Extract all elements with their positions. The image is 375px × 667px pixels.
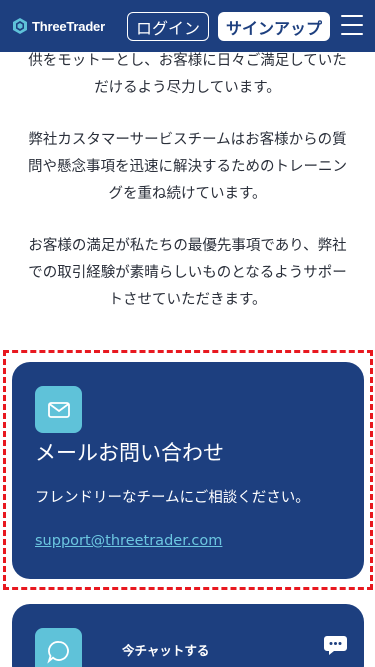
paragraph-line: 弊社カスタマーサービスチームはお客様からの質 [28, 132, 347, 148]
top-navigation-bar: ThreeTrader ログイン サインアップ [0, 0, 375, 52]
paragraph-line: 問や懸念事項を迅速に解決するためのトレーニン [28, 159, 347, 175]
hamburger-menu-icon[interactable] [341, 15, 363, 37]
paragraph-line: グを重ね続けています。 [108, 186, 267, 202]
email-card-title: メールお問い合わせ [35, 441, 224, 465]
paragraph-line: での取引経験が素晴らしいものとなるようサポー [28, 265, 347, 281]
paragraph-line: トさせていただきます。 [108, 292, 267, 308]
logo-text: ThreeTrader [32, 18, 105, 34]
email-contact-card: メールお問い合わせ フレンドリーなチームにご相談ください。 support@th… [12, 362, 364, 579]
paragraph-line: お客様の満足が私たちの最優先事項であり、弊社 [28, 238, 347, 254]
paragraph-line: だけるよう尽力しています。 [94, 80, 281, 96]
paragraph-line: 供をモットーとし、お客様に日々ご満足していた [28, 53, 347, 69]
threetrader-logo[interactable]: ThreeTrader [12, 18, 105, 34]
login-button[interactable]: ログイン [127, 12, 209, 41]
chat-bubble-icon [35, 628, 82, 667]
support-team-paragraph: 弊社カスタマーサービスチームはお客様からの質 問や懸念事項を迅速に解決するための… [0, 127, 375, 208]
intro-paragraph: 供をモットーとし、お客様に日々ご満足していた だけるよう尽力しています。 [0, 48, 375, 102]
chat-widget-icon[interactable] [323, 633, 348, 658]
chat-card-title: 今チャットする [122, 643, 210, 658]
signup-button[interactable]: サインアップ [218, 12, 330, 41]
envelope-icon [35, 386, 82, 433]
logo-mark-icon [13, 18, 27, 34]
chat-contact-card[interactable]: 今チャットする [12, 604, 364, 667]
email-card-subtitle: フレンドリーなチームにご相談ください。 [35, 490, 310, 506]
support-email-link[interactable]: support@threetrader.com [35, 533, 222, 549]
satisfaction-paragraph: お客様の満足が私たちの最優先事項であり、弊社 での取引経験が素晴らしいものとなる… [0, 233, 375, 314]
